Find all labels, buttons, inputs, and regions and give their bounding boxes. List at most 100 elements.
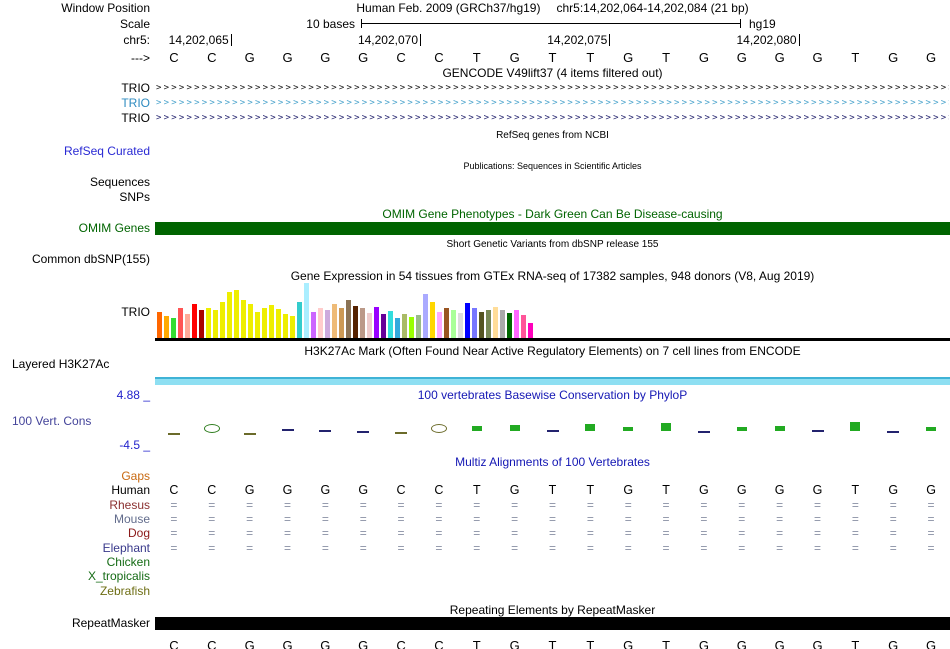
dbsnp-label[interactable]: Common dbSNP(155) <box>0 252 150 266</box>
gtex-tissue-bar[interactable] <box>353 306 358 338</box>
gene-label-trio[interactable]: TRIO <box>0 111 150 126</box>
gtex-tissue-bar[interactable] <box>199 310 204 338</box>
gtex-tissue-bar[interactable] <box>451 310 456 338</box>
publications-track-title[interactable]: Publications: Sequences in Scientific Ar… <box>155 161 950 171</box>
gtex-tissue-bar[interactable] <box>465 303 470 338</box>
gtex-tissue-bar[interactable] <box>521 315 526 338</box>
gtex-gene-label[interactable]: TRIO <box>0 305 150 319</box>
omim-genes-label[interactable]: OMIM Genes <box>0 222 150 235</box>
alignment-match-mark: = <box>927 526 935 540</box>
gtex-tissue-bar[interactable] <box>360 308 365 338</box>
gtex-tissue-bar[interactable] <box>409 317 414 338</box>
species-label-dog[interactable]: Dog <box>0 526 150 540</box>
repeatmasker-label[interactable]: RepeatMasker <box>0 617 150 630</box>
base-G: G <box>698 50 709 65</box>
gtex-tissue-bar[interactable] <box>332 304 337 338</box>
gtex-tissue-bar[interactable] <box>318 308 323 338</box>
alignment-match-mark: = <box>170 512 178 526</box>
gtex-tissue-bar[interactable] <box>178 308 183 338</box>
gtex-tissue-bar[interactable] <box>234 290 239 338</box>
alignment-match-mark: = <box>246 497 254 512</box>
gtex-tissue-bar[interactable] <box>269 305 274 338</box>
gtex-tissue-bar[interactable] <box>514 310 519 338</box>
gtex-tissue-bar[interactable] <box>192 304 197 338</box>
species-label-human[interactable]: Human <box>0 483 150 497</box>
gtex-tissue-bar[interactable] <box>276 309 281 338</box>
gtex-tissue-bar[interactable] <box>528 323 533 338</box>
gtex-tissue-bar[interactable] <box>416 315 421 338</box>
species-label-zebrafish[interactable]: Zebrafish <box>0 584 150 598</box>
base-G: G <box>774 638 785 649</box>
gene-label-trio[interactable]: TRIO <box>0 96 150 111</box>
gtex-tissue-bar[interactable] <box>395 318 400 338</box>
repeatmasker-track-title[interactable]: Repeating Elements by RepeatMasker <box>155 603 950 617</box>
species-label-rhesus[interactable]: Rhesus <box>0 498 150 512</box>
species-label-gaps[interactable]: Gaps <box>0 469 150 483</box>
gtex-tissue-bar[interactable] <box>241 300 246 338</box>
gtex-tissue-bar[interactable] <box>402 314 407 338</box>
phylop-dash-mark <box>697 431 710 433</box>
repeatmasker-element-bar[interactable] <box>155 617 950 630</box>
gencode-track-title[interactable]: GENCODE V49lift37 (4 items filtered out) <box>155 66 950 80</box>
species-label-mouse[interactable]: Mouse <box>0 512 150 526</box>
gtex-tissue-bar[interactable] <box>381 314 386 338</box>
h3k27ac-label[interactable]: Layered H3K27Ac <box>12 357 109 371</box>
gene-model-intron-arrows[interactable]: >>>>>>>>>>>>>>>>>>>>>>>>>>>>>>>>>>>>>>>>… <box>156 81 949 96</box>
gtex-tissue-bar[interactable] <box>171 318 176 338</box>
species-label-x_tropicalis[interactable]: X_tropicalis <box>0 569 150 583</box>
gtex-expression-barchart[interactable] <box>157 282 533 338</box>
gtex-tissue-bar[interactable] <box>430 302 435 338</box>
gtex-tissue-bar[interactable] <box>367 313 372 338</box>
gtex-tissue-bar[interactable] <box>423 294 428 338</box>
gtex-tissue-bar[interactable] <box>206 308 211 338</box>
gtex-tissue-bar[interactable] <box>283 314 288 338</box>
ruler-tick <box>609 34 611 46</box>
gtex-tissue-bar[interactable] <box>248 304 253 338</box>
h3k27ac-track-title[interactable]: H3K27Ac Mark (Often Found Near Active Re… <box>155 344 950 358</box>
omim-gene-bar[interactable] <box>155 222 950 235</box>
gtex-tissue-bar[interactable] <box>227 292 232 338</box>
gtex-tissue-bar[interactable] <box>157 312 162 338</box>
phylop-track-title[interactable]: 100 vertebrates Basewise Conservation by… <box>155 388 950 402</box>
phylop-track-label[interactable]: 100 Vert. Cons <box>12 414 91 428</box>
gtex-tissue-bar[interactable] <box>164 316 169 338</box>
gtex-tissue-bar[interactable] <box>304 283 309 338</box>
gtex-tissue-bar[interactable] <box>437 312 442 338</box>
sequences-label[interactable]: Sequences <box>0 175 150 189</box>
gtex-tissue-bar[interactable] <box>479 312 484 338</box>
omim-track-title[interactable]: OMIM Gene Phenotypes - Dark Green Can Be… <box>155 207 950 221</box>
alignment-match-mark: = <box>624 526 632 540</box>
gtex-tissue-bar[interactable] <box>297 302 302 338</box>
refseq-track-title[interactable]: RefSeq genes from NCBI <box>155 130 950 141</box>
gene-model-intron-arrows[interactable]: >>>>>>>>>>>>>>>>>>>>>>>>>>>>>>>>>>>>>>>>… <box>156 111 949 126</box>
refseq-curated-label[interactable]: RefSeq Curated <box>0 144 150 158</box>
species-label-chicken[interactable]: Chicken <box>0 555 150 569</box>
gtex-tissue-bar[interactable] <box>255 312 260 338</box>
gtex-tissue-bar[interactable] <box>444 308 449 338</box>
gtex-tissue-bar[interactable] <box>262 308 267 338</box>
gtex-tissue-bar[interactable] <box>311 312 316 338</box>
gtex-tissue-bar[interactable] <box>486 310 491 338</box>
gtex-tissue-bar[interactable] <box>339 308 344 338</box>
gtex-tissue-bar[interactable] <box>507 313 512 338</box>
gtex-tissue-bar[interactable] <box>500 310 505 338</box>
gtex-tissue-bar[interactable] <box>325 310 330 338</box>
gtex-tissue-bar[interactable] <box>388 311 393 338</box>
gene-label-trio[interactable]: TRIO <box>0 81 150 96</box>
snps-label[interactable]: SNPs <box>0 190 150 204</box>
gtex-tissue-bar[interactable] <box>458 313 463 338</box>
gtex-tissue-bar[interactable] <box>290 316 295 338</box>
gtex-tissue-bar[interactable] <box>346 300 351 338</box>
species-label-elephant[interactable]: Elephant <box>0 541 150 555</box>
multiz-track-title[interactable]: Multiz Alignments of 100 Vertebrates <box>155 455 950 469</box>
gtex-tissue-bar[interactable] <box>472 308 477 338</box>
gtex-tissue-bar[interactable] <box>185 314 190 338</box>
gene-model-intron-arrows[interactable]: >>>>>>>>>>>>>>>>>>>>>>>>>>>>>>>>>>>>>>>>… <box>156 96 949 111</box>
gtex-tissue-bar[interactable] <box>220 302 225 338</box>
dbsnp-track-title[interactable]: Short Genetic Variants from dbSNP releas… <box>155 239 950 250</box>
gtex-tissue-bar[interactable] <box>213 310 218 338</box>
h3k27ac-signal-band[interactable] <box>155 379 950 385</box>
gtex-track-title[interactable]: Gene Expression in 54 tissues from GTEx … <box>155 269 950 283</box>
gtex-tissue-bar[interactable] <box>493 307 498 338</box>
gtex-tissue-bar[interactable] <box>374 307 379 338</box>
